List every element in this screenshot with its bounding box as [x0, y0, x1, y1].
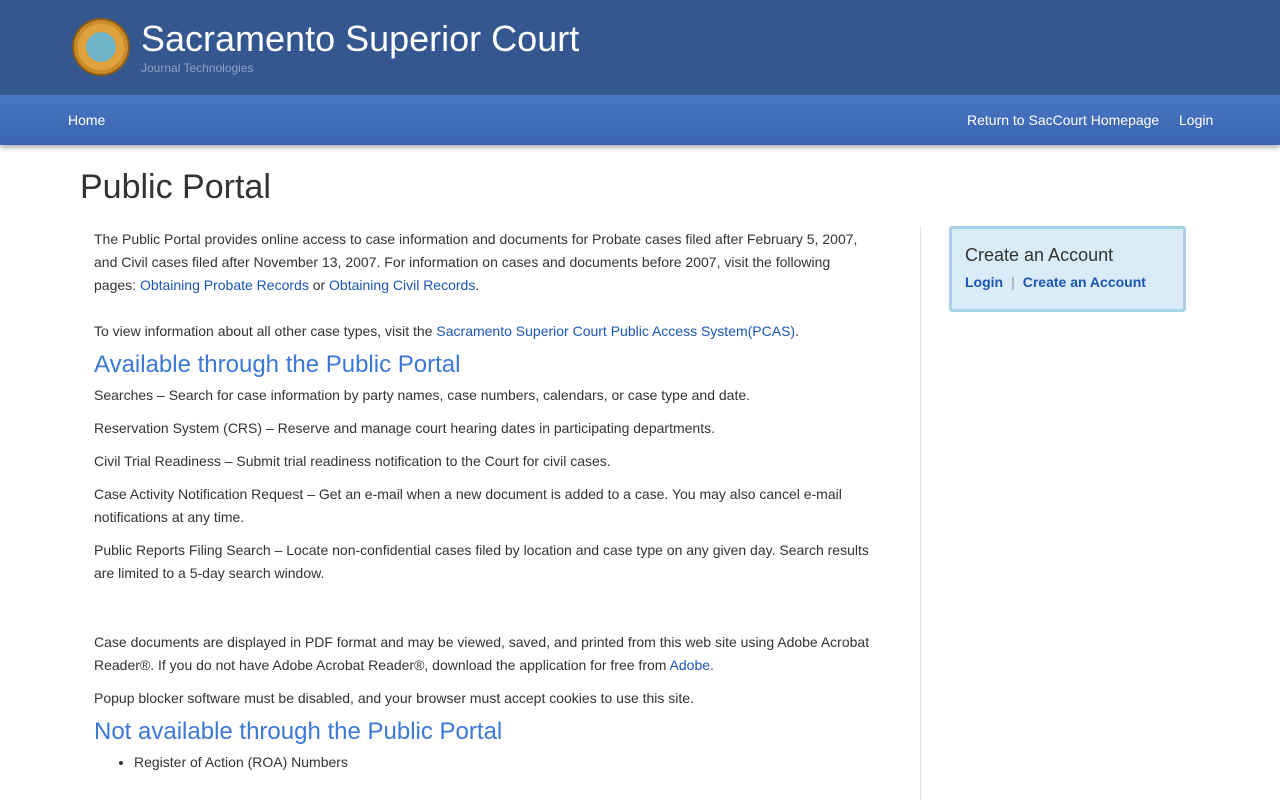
page-title: Public Portal — [80, 168, 271, 206]
adobe-link[interactable]: Adobe — [670, 657, 710, 673]
site-header: Sacramento Superior Court Journal Techno… — [0, 0, 1280, 95]
separator: | — [1011, 274, 1015, 290]
site-subtitle: Journal Technologies — [141, 61, 254, 75]
nav-return-saccourt[interactable]: Return to SacCourt Homepage — [967, 112, 1159, 128]
intro-paragraph: The Public Portal provides online access… — [94, 231, 858, 293]
docs-paragraph: Case documents are displayed in PDF form… — [94, 634, 870, 673]
create-account-title: Create an Account — [965, 245, 1114, 265]
available-item: Reservation System (CRS) – Reserve and m… — [94, 420, 715, 436]
available-heading: Available through the Public Portal — [94, 351, 461, 378]
popup-paragraph: Popup blocker software must be disabled,… — [94, 690, 694, 706]
nav-bar: Home Return to SacCourt Homepage Login — [0, 95, 1280, 145]
available-item: Civil Trial Readiness – Submit trial rea… — [94, 453, 611, 469]
pcas-link[interactable]: Sacramento Superior Court Public Access … — [436, 323, 795, 339]
pcas-paragraph: To view information about all other case… — [94, 323, 799, 339]
list-item: Register of Action (ROA) Numbers — [134, 751, 874, 774]
not-available-list: Register of Action (ROA) Numbers — [134, 751, 874, 774]
nav-home[interactable]: Home — [68, 112, 105, 128]
sidebar-login-link[interactable]: Login — [965, 274, 1003, 290]
site-title: Sacramento Superior Court — [141, 18, 580, 59]
create-account-box: Create an Account Login | Create an Accoun… — [949, 226, 1186, 312]
nav-login[interactable]: Login — [1179, 112, 1213, 128]
available-item: Public Reports Filing Search – Locate no… — [94, 542, 869, 581]
main-content: The Public Portal provides online access… — [94, 228, 874, 774]
civil-records-link[interactable]: Obtaining Civil Records — [329, 277, 475, 293]
column-divider — [920, 226, 921, 800]
sidebar-create-account-link[interactable]: Create an Account — [1023, 274, 1146, 290]
probate-records-link[interactable]: Obtaining Probate Records — [140, 277, 309, 293]
california-seal-logo — [72, 18, 130, 76]
available-item: Case Activity Notification Request – Get… — [94, 486, 842, 525]
not-available-heading: Not available through the Public Portal — [94, 718, 503, 745]
available-item: Searches – Search for case information b… — [94, 387, 751, 403]
